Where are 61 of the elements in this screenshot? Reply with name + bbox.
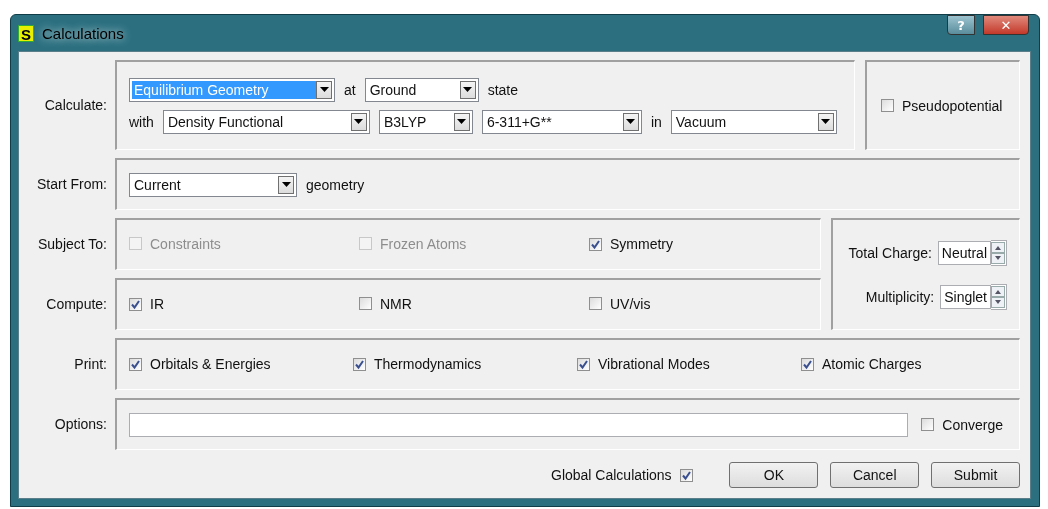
checkbox[interactable] xyxy=(129,357,142,371)
caret-icon xyxy=(316,80,332,99)
checkbox-label: Orbitals & Energies xyxy=(150,356,271,373)
dialog-button[interactable]: OK xyxy=(729,462,819,488)
in-label: in xyxy=(650,113,662,130)
checkbox-label: NMR xyxy=(380,295,412,312)
checkbox[interactable] xyxy=(801,357,814,371)
checkbox-label: UV/vis xyxy=(610,295,651,312)
global-calculations-label: Global Calculations xyxy=(551,467,672,483)
checkbox-label: IR xyxy=(150,296,164,313)
row-label: Options: xyxy=(53,416,108,432)
checkbox[interactable] xyxy=(679,468,693,482)
caret-icon xyxy=(459,80,476,99)
dropdown[interactable]: 6-311+G** xyxy=(481,109,642,134)
checkbox-label: Thermodynamics xyxy=(374,356,482,373)
checkbox-label: Constraints xyxy=(150,235,221,252)
multiplicity-spinner[interactable]: Singlet xyxy=(940,284,991,309)
dialog-button[interactable]: Cancel xyxy=(830,462,920,488)
checkbox[interactable] xyxy=(921,418,935,431)
spin-arrows-icon[interactable] xyxy=(991,283,1007,310)
close-button[interactable]: ✕ xyxy=(983,15,1029,35)
geometry-label: geometry xyxy=(306,176,365,193)
total-charge-label: Total Charge: xyxy=(848,244,932,261)
spin-arrows-icon[interactable] xyxy=(991,239,1007,266)
caret-icon xyxy=(350,112,367,131)
app-logo: S xyxy=(18,24,34,42)
options-field[interactable] xyxy=(129,412,909,437)
window-title: Calculations xyxy=(42,24,124,42)
checkbox[interactable] xyxy=(577,357,590,371)
checkbox[interactable] xyxy=(589,237,602,251)
checkbox-label: Vibrational Modes xyxy=(598,356,710,373)
multiplicity-label: Multiplicity: xyxy=(865,288,935,305)
checkbox-label: Atomic Charges xyxy=(822,356,922,373)
dropdown[interactable]: Ground xyxy=(364,77,479,102)
checkbox[interactable] xyxy=(359,297,372,311)
row-label: Subject To: xyxy=(37,236,108,252)
dropdown[interactable]: Vacuum xyxy=(670,109,837,134)
row-label: Compute: xyxy=(45,296,108,312)
dropdown[interactable]: B3LYP xyxy=(378,109,473,134)
at-label: at xyxy=(344,81,356,98)
checkbox-label: Converge xyxy=(942,416,1003,433)
dropdown[interactable]: Density Functional xyxy=(162,109,370,134)
checkbox[interactable] xyxy=(129,297,142,311)
caret-icon xyxy=(817,112,834,131)
row-label: Start From: xyxy=(36,176,108,192)
row-label: Print: xyxy=(73,356,108,372)
checkbox[interactable] xyxy=(589,297,602,311)
row-label: Calculate: xyxy=(43,97,108,113)
state-label: state xyxy=(487,81,519,98)
checkbox[interactable] xyxy=(881,99,894,112)
dropdown[interactable]: Current xyxy=(129,172,297,197)
caret-icon xyxy=(622,112,639,131)
charge-spinner[interactable]: Neutral xyxy=(937,240,991,265)
dialog-button[interactable]: Submit xyxy=(931,462,1020,488)
caret-icon xyxy=(453,112,470,131)
checkbox-label: Pseudopotential xyxy=(902,97,1003,114)
caret-icon xyxy=(278,175,294,194)
checkbox[interactable] xyxy=(353,357,366,371)
checkbox-label: Frozen Atoms xyxy=(380,235,467,252)
with-label: with xyxy=(129,113,154,130)
checkbox-label: Symmetry xyxy=(610,236,673,253)
